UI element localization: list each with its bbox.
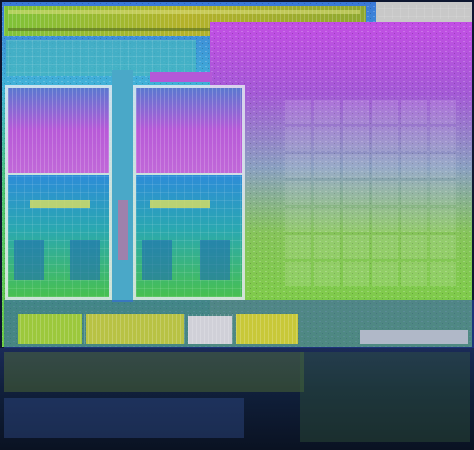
gpu-cell: [401, 181, 427, 205]
gpu-cell: [285, 127, 311, 151]
gpu-cell: [430, 208, 456, 232]
gpu-cell: [314, 208, 340, 232]
gpu-connector: [150, 72, 212, 82]
gpu-cell: [401, 235, 427, 259]
gpu-cell: [285, 154, 311, 178]
gpu-cell: [372, 127, 398, 151]
die-photo: [0, 0, 474, 450]
gpu-cell: [314, 181, 340, 205]
gpu-cell: [401, 100, 427, 124]
reflection-gpu: [300, 352, 470, 442]
spine-logic: [118, 200, 128, 260]
reflection-core: [4, 398, 244, 438]
gpu-cell: [343, 100, 369, 124]
gpu-cell: [343, 127, 369, 151]
gpu-cell: [372, 262, 398, 286]
top-right-pad-grid: [378, 5, 470, 19]
gpu-cell: [285, 235, 311, 259]
gpu-cell: [343, 181, 369, 205]
gpu-cell: [314, 235, 340, 259]
reflection-io: [4, 352, 304, 392]
gpu-cell: [314, 127, 340, 151]
die-shot-image: [0, 0, 474, 450]
gpu-cell: [372, 100, 398, 124]
gpu-cell: [285, 262, 311, 286]
gpu-cell: [314, 154, 340, 178]
gpu-cell: [430, 262, 456, 286]
gpu-cell: [430, 100, 456, 124]
gpu-cell: [430, 181, 456, 205]
left-upper-io-grid: [6, 40, 196, 76]
gpu-cell: [314, 262, 340, 286]
gpu-cell: [343, 235, 369, 259]
gpu-cell: [401, 154, 427, 178]
gpu-cell: [372, 154, 398, 178]
io-block-5: [360, 330, 468, 344]
gpu-cell: [430, 127, 456, 151]
gpu-cell: [372, 181, 398, 205]
gpu-cell: [314, 100, 340, 124]
gpu-cell: [401, 262, 427, 286]
gpu-cell: [285, 100, 311, 124]
gpu-cell: [401, 127, 427, 151]
center-spine: [112, 70, 133, 302]
gpu-cell: [285, 181, 311, 205]
left-cpu-module: [5, 85, 112, 300]
gpu-cell: [372, 208, 398, 232]
right-cpu-module: [133, 85, 245, 300]
gpu-cell: [343, 208, 369, 232]
gpu-cell: [343, 154, 369, 178]
top-io-pads: [8, 10, 360, 14]
gpu-cell: [430, 235, 456, 259]
gpu-cell: [430, 154, 456, 178]
gpu-cell: [343, 262, 369, 286]
gpu-cell: [285, 208, 311, 232]
gpu-cell: [372, 235, 398, 259]
gpu-cell: [401, 208, 427, 232]
io-stripes: [18, 314, 298, 344]
